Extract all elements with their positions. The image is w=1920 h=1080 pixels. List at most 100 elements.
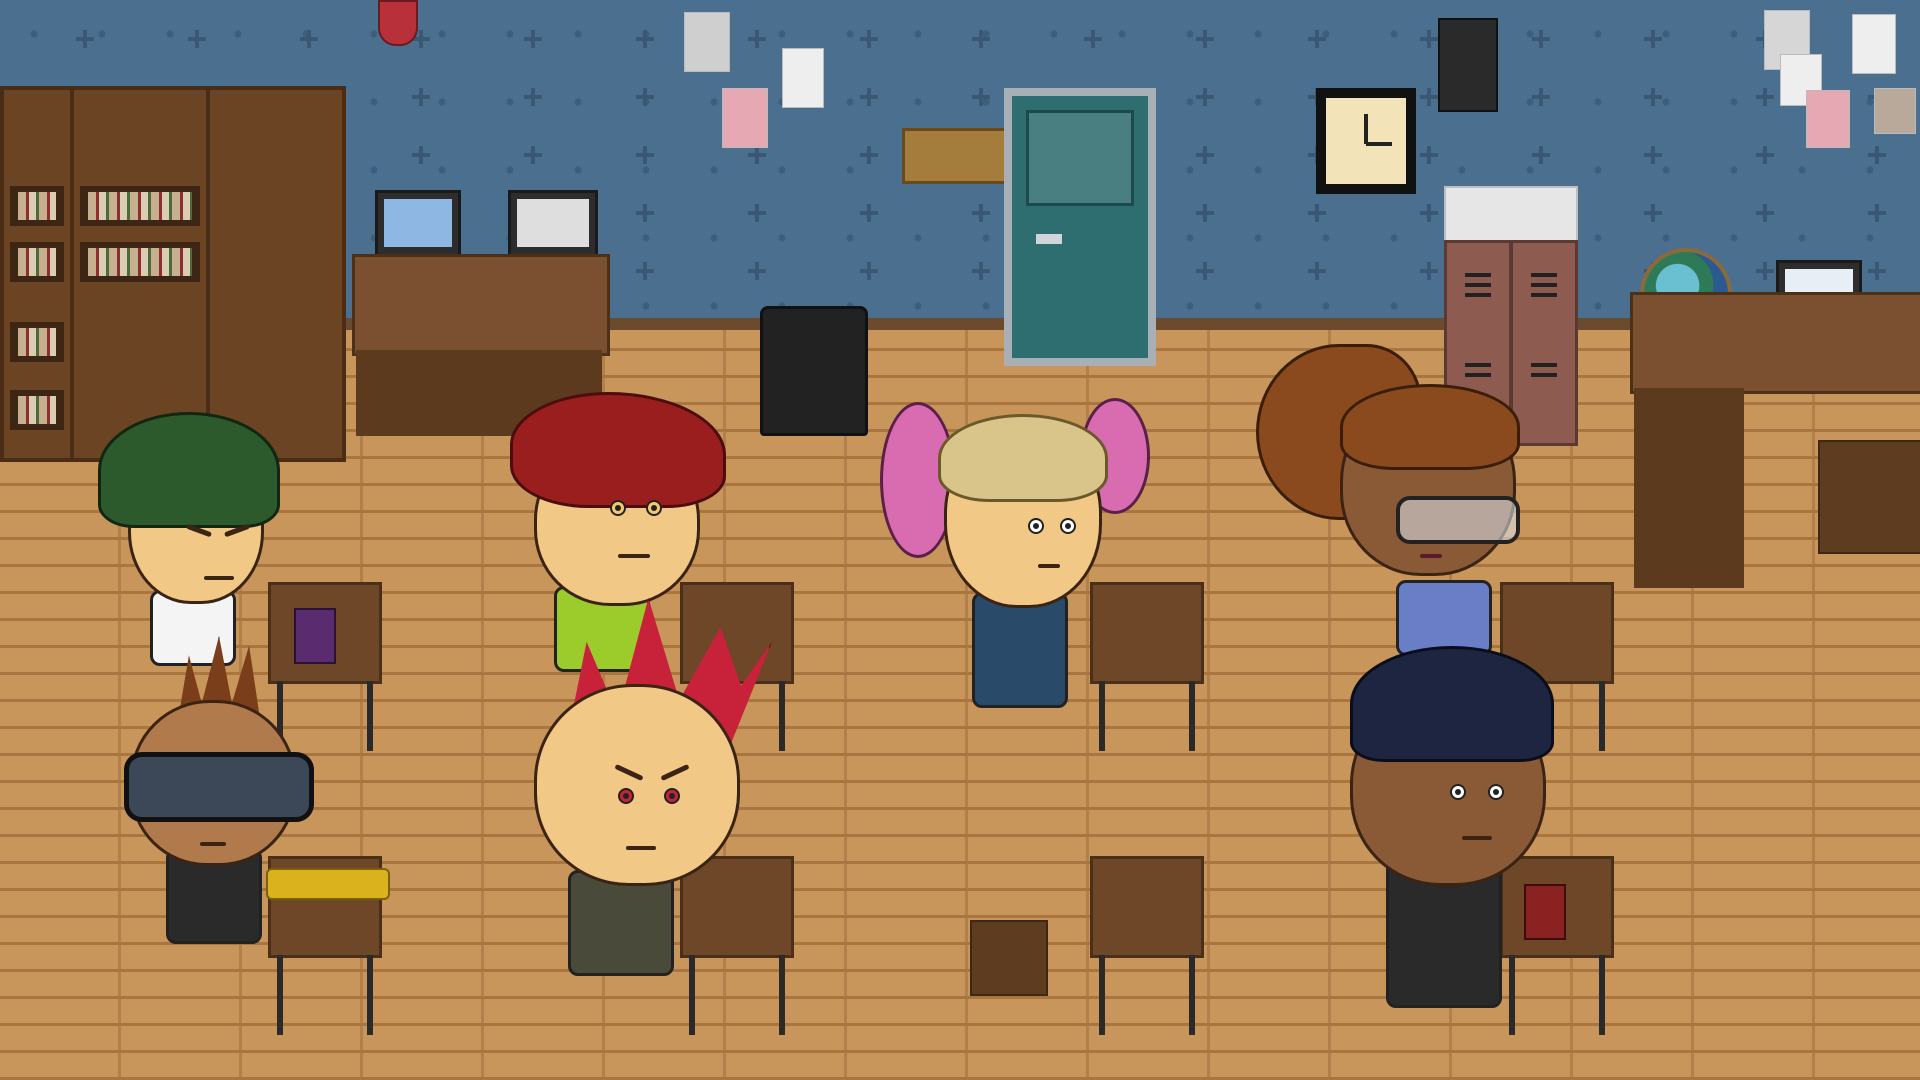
teacher-desk	[1630, 292, 1920, 394]
wallpaper-cross	[76, 30, 94, 48]
wallpaper-cross	[1420, 204, 1438, 222]
student-eye	[1488, 784, 1504, 800]
teacher-chair[interactable]	[1818, 440, 1920, 554]
clock-icon	[1316, 88, 1416, 194]
wallpaper-cross	[1196, 30, 1214, 48]
wallpaper-cross	[1196, 88, 1214, 106]
student-mouth	[204, 576, 234, 580]
student-eye	[618, 788, 634, 804]
wallpaper-cross	[860, 204, 878, 222]
door-handle[interactable]	[1036, 234, 1062, 244]
student-mouth	[200, 842, 226, 846]
wallpaper-cross	[1868, 204, 1886, 222]
wallpaper-cross	[188, 30, 206, 48]
wall-speaker	[1438, 18, 1498, 112]
wallpaper-cross	[1756, 88, 1774, 106]
wallpaper-cross	[1756, 204, 1774, 222]
student-mouth	[1038, 564, 1060, 568]
wallpaper-cross	[1196, 204, 1214, 222]
student-eye	[1060, 518, 1076, 534]
wallpaper-cross	[1420, 88, 1438, 106]
door-plaque	[902, 128, 1008, 184]
wallpaper-cross	[412, 146, 430, 164]
wallpaper-cross	[748, 30, 766, 48]
student-mouth	[1462, 836, 1492, 840]
wallpaper-cross	[1644, 30, 1662, 48]
student-ponytail-glasses[interactable]	[1256, 344, 1556, 656]
glasses-icon	[1396, 496, 1520, 544]
wall-note	[1806, 90, 1850, 148]
wallpaper-cross	[1308, 30, 1326, 48]
teacher-desk-front	[1634, 388, 1744, 588]
student-body	[972, 592, 1068, 708]
wallpaper-cross	[860, 262, 878, 280]
wallpaper-cross	[748, 204, 766, 222]
student-mohawk-goggles[interactable]	[120, 636, 340, 996]
goggles-icon	[124, 752, 314, 822]
classroom-scene	[0, 0, 1920, 1080]
wallpaper-cross	[636, 262, 654, 280]
wallpaper-cross	[860, 146, 878, 164]
wallpaper-cross	[972, 88, 990, 106]
wallpaper-cross	[1756, 146, 1774, 164]
classroom-door[interactable]	[1004, 88, 1156, 366]
wallpaper-cross	[524, 88, 542, 106]
student-body	[568, 870, 674, 976]
wallpaper-cross	[1644, 146, 1662, 164]
red-hair-icon	[510, 392, 726, 508]
wallpaper-cross	[1532, 30, 1550, 48]
wall-note	[782, 48, 824, 108]
wallpaper-cross	[748, 146, 766, 164]
wallpaper-cross	[1196, 146, 1214, 164]
student-red-mohawk[interactable]	[520, 598, 772, 1018]
student-eye	[610, 500, 626, 516]
wallpaper-cross	[1084, 30, 1102, 48]
wallpaper-cross	[1756, 262, 1774, 280]
wallpaper-cross	[300, 30, 318, 48]
baseball-cap-icon	[1350, 646, 1554, 762]
student-desk[interactable]	[1090, 856, 1204, 1035]
wallpaper-cross	[1868, 262, 1886, 280]
wallpaper-cross	[1420, 262, 1438, 280]
student-eye	[1450, 784, 1466, 800]
student-pigtails[interactable]	[880, 396, 1150, 736]
wall-note	[1852, 14, 1896, 74]
blonde-hair-icon	[938, 414, 1108, 502]
wallpaper-cross	[636, 146, 654, 164]
wallpaper-cross	[972, 30, 990, 48]
student-mouth	[1420, 554, 1442, 558]
computer-monitor	[375, 190, 461, 258]
student-cap[interactable]	[1350, 646, 1580, 1026]
wallpaper-cross	[1420, 146, 1438, 164]
fire-alarm-icon	[378, 0, 418, 46]
computer-monitor	[508, 190, 598, 258]
student-head	[534, 684, 740, 886]
trash-can-icon	[760, 306, 868, 436]
bookshelf	[0, 86, 74, 462]
wallpaper-cross	[1420, 30, 1438, 48]
wallpaper-cross	[636, 204, 654, 222]
wallpaper-cross	[972, 262, 990, 280]
wallpaper-cross	[1644, 88, 1662, 106]
wallpaper-cross	[636, 30, 654, 48]
wallpaper-cross	[1868, 146, 1886, 164]
wallpaper-cross	[412, 88, 430, 106]
locker-top	[1444, 186, 1578, 242]
wallpaper-cross	[1308, 262, 1326, 280]
wallpaper-cross	[1644, 204, 1662, 222]
wallpaper-cross	[860, 88, 878, 106]
wall-note	[1874, 88, 1916, 134]
wallpaper-cross	[524, 146, 542, 164]
wallpaper-cross	[636, 88, 654, 106]
student-body	[1396, 580, 1492, 656]
wallpaper-cross	[1532, 146, 1550, 164]
student-hair-icon	[1340, 384, 1520, 470]
wallpaper-cross	[972, 204, 990, 222]
wall-note	[684, 12, 730, 72]
computer-desk	[352, 254, 610, 356]
wall-note	[722, 88, 768, 148]
empty-chair[interactable]	[970, 920, 1048, 996]
wallpaper-cross	[524, 30, 542, 48]
beanie-hat-icon	[98, 412, 280, 528]
wallpaper-cross	[860, 30, 878, 48]
